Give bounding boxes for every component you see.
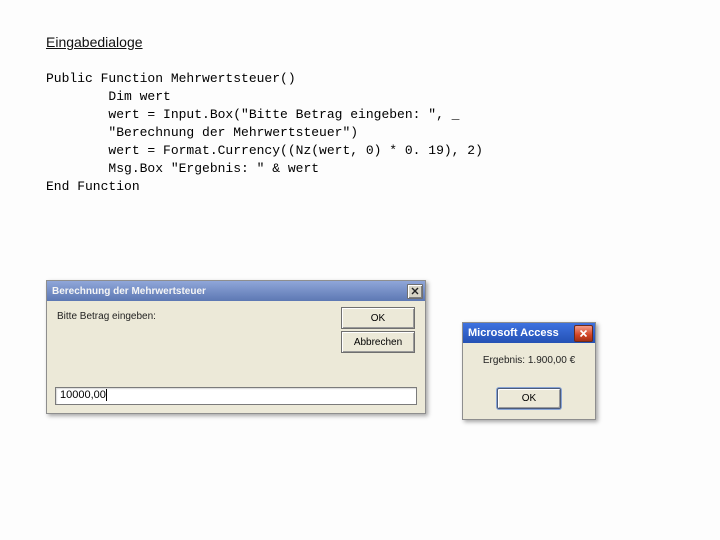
close-icon[interactable] [407, 284, 423, 299]
msgbox-title: Microsoft Access [468, 327, 559, 339]
ok-button-label: OK [522, 393, 536, 404]
cancel-button[interactable]: Abbrechen [341, 331, 415, 353]
page: Eingabedialoge Public Function Mehrwerts… [0, 0, 720, 540]
section-heading: Eingabedialoge [46, 34, 143, 50]
inputbox-dialog: Berechnung der Mehrwertsteuer Bitte Betr… [46, 280, 426, 414]
msgbox-text: Ergebnis: 1.900,00 € [463, 355, 595, 366]
code-line: wert = Input.Box("Bitte Betrag eingeben:… [46, 107, 459, 122]
ok-button[interactable]: OK [497, 388, 561, 409]
inputbox-titlebar: Berechnung der Mehrwertsteuer [47, 281, 425, 301]
inputbox-title: Berechnung der Mehrwertsteuer [52, 286, 206, 297]
ok-button[interactable]: OK [341, 307, 415, 329]
msgbox-dialog: Microsoft Access Ergebnis: 1.900,00 € OK [462, 322, 596, 420]
inputbox-prompt: Bitte Betrag eingeben: [57, 311, 156, 322]
code-listing: Public Function Mehrwertsteuer() Dim wer… [46, 70, 483, 196]
close-icon[interactable] [574, 325, 593, 342]
code-line: Public Function Mehrwertsteuer() [46, 71, 296, 86]
value-input[interactable]: 10000,00 [55, 387, 417, 405]
text-caret [106, 389, 107, 401]
code-line: "Berechnung der Mehrwertsteuer") [46, 125, 358, 140]
value-input-text: 10000,00 [60, 389, 106, 401]
ok-button-label: OK [371, 313, 385, 324]
code-line: Msg.Box "Ergebnis: " & wert [46, 161, 319, 176]
code-line: End Function [46, 179, 140, 194]
msgbox-body: Ergebnis: 1.900,00 € OK [463, 343, 595, 419]
msgbox-titlebar: Microsoft Access [463, 323, 595, 343]
cancel-button-label: Abbrechen [354, 337, 402, 348]
code-line: wert = Format.Currency((Nz(wert, 0) * 0.… [46, 143, 483, 158]
code-line: Dim wert [46, 89, 171, 104]
inputbox-body: Bitte Betrag eingeben: OK Abbrechen 1000… [47, 301, 425, 413]
